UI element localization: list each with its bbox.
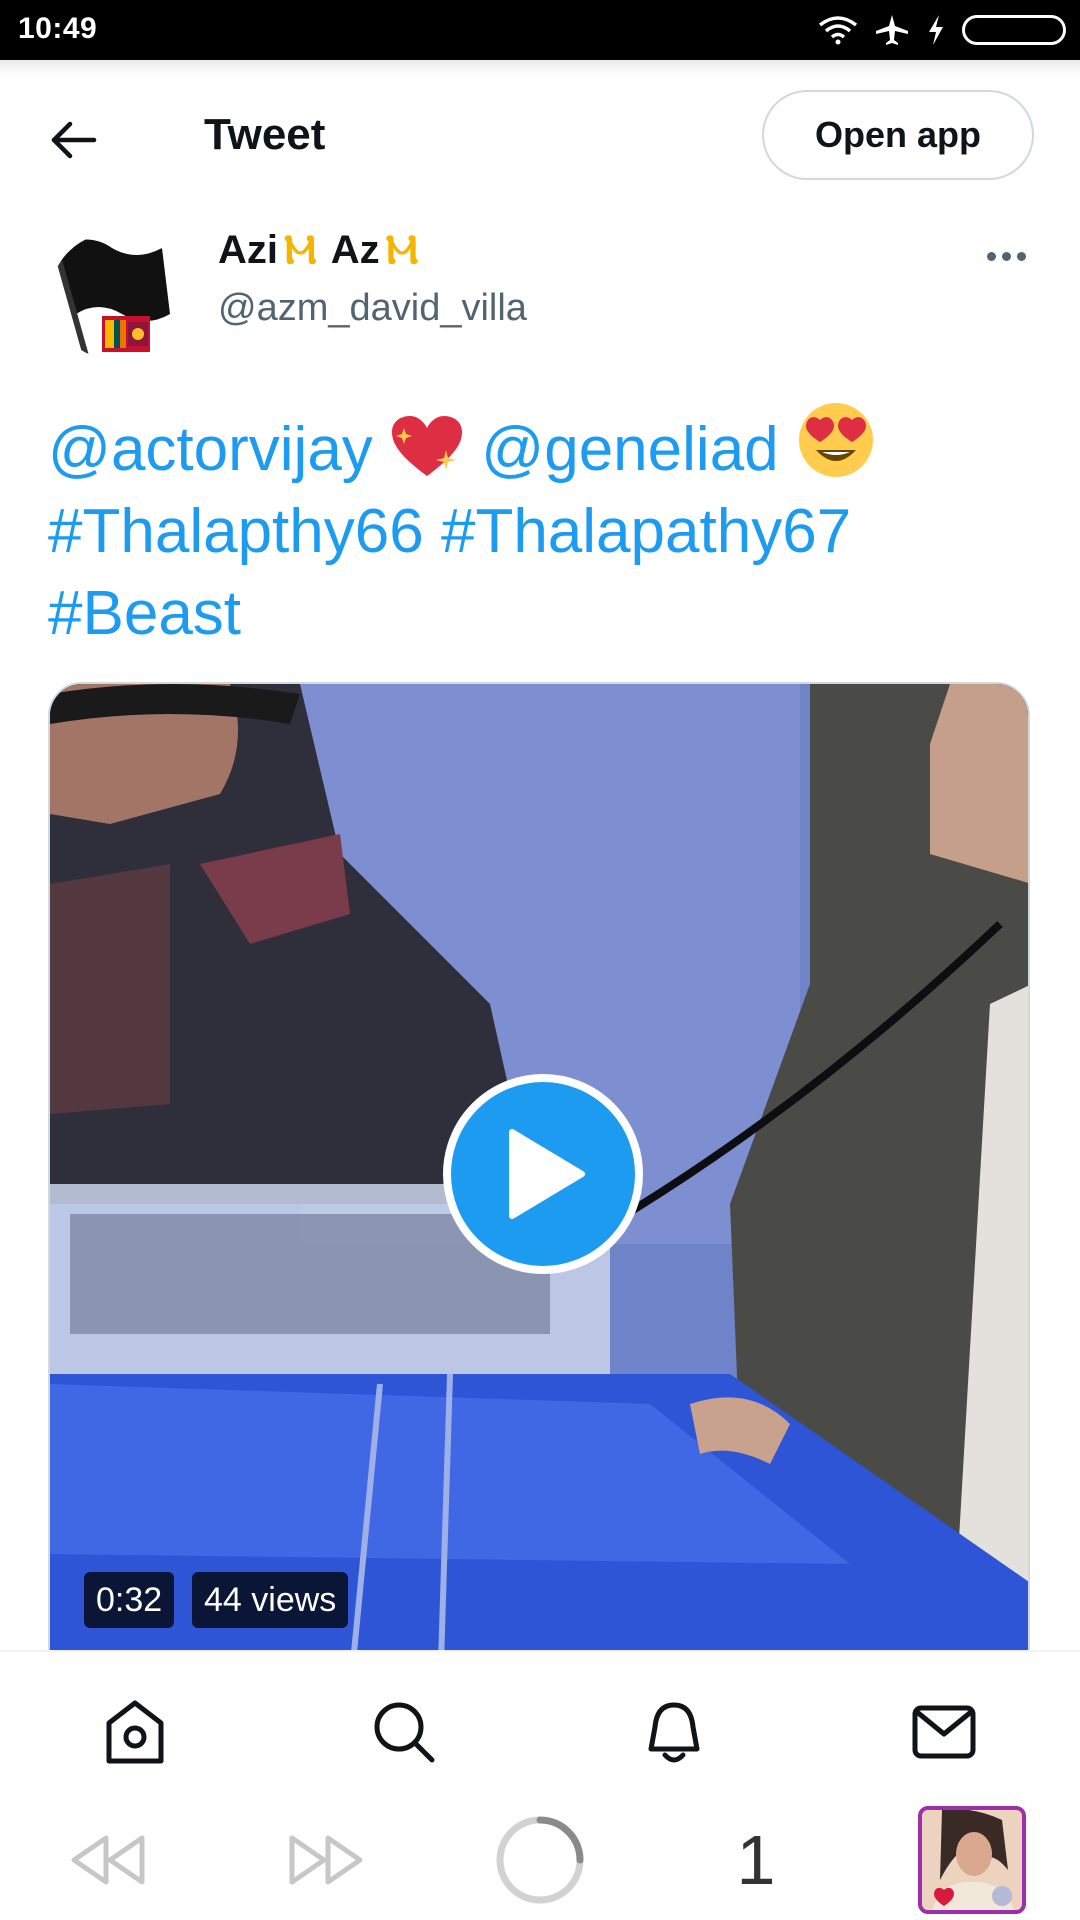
fast-forward-icon	[289, 1835, 363, 1885]
author-name-part1: Azi	[218, 228, 278, 272]
fast-forward-button[interactable]	[284, 1828, 368, 1892]
nav-messages-button[interactable]	[906, 1694, 982, 1770]
arrow-left-icon	[51, 121, 97, 159]
tweet-text: @actorvijay @geneliad #Thalapthy66 #Thal…	[48, 400, 1048, 655]
video-duration-badge: 0:32	[84, 1572, 175, 1628]
more-dot	[1001, 251, 1011, 261]
notifications-icon	[648, 1702, 700, 1763]
video-player[interactable]: 0:32 44 views	[48, 682, 1030, 1692]
mention-link[interactable]: @geneliad	[481, 415, 778, 484]
tab-preview-image	[922, 1810, 1022, 1910]
sparkling-heart-icon	[392, 416, 463, 476]
status-icons	[818, 12, 1066, 48]
tab-preview-thumbnail[interactable]	[918, 1806, 1026, 1914]
charging-icon	[929, 15, 943, 45]
loading-spinner-icon	[496, 1816, 584, 1904]
play-icon	[509, 1129, 585, 1219]
more-dot	[986, 251, 996, 261]
hashtag-link[interactable]: #Thalapthy66	[48, 497, 424, 566]
messages-icon	[912, 1705, 976, 1759]
author-handle[interactable]: @azm_david_villa	[218, 287, 527, 330]
page-title: Tweet	[204, 110, 326, 159]
more-dot	[1016, 251, 1026, 261]
status-time: 10:49	[18, 12, 98, 45]
avatar[interactable]	[50, 232, 184, 360]
back-button[interactable]	[46, 112, 102, 168]
search-icon	[374, 1702, 435, 1763]
play-button[interactable]	[443, 1074, 643, 1274]
video-views-badge: 44 views	[192, 1572, 349, 1628]
wifi-icon	[818, 16, 858, 45]
more-options-button[interactable]	[976, 236, 1036, 276]
name-emoji-2: Ⲙ	[385, 228, 419, 272]
rewind-button[interactable]	[66, 1828, 150, 1892]
open-app-button[interactable]: Open app	[762, 90, 1034, 180]
hashtag-link[interactable]: #Thalapathy67	[441, 497, 851, 566]
heart-eyes-emoji-icon	[798, 403, 873, 477]
mention-link[interactable]: @actorvijay	[48, 415, 373, 484]
header-shadow	[0, 60, 1080, 76]
tab-count[interactable]: 1	[726, 1820, 786, 1900]
airplane-icon	[876, 15, 908, 45]
nav-notifications-button[interactable]	[636, 1694, 712, 1770]
nav-search-button[interactable]	[366, 1694, 442, 1770]
home-icon	[106, 1700, 164, 1764]
status-bar: 10:49	[0, 0, 1080, 60]
battery-icon	[962, 15, 1066, 45]
bottom-navigation	[0, 1650, 1080, 1800]
nav-home-button[interactable]	[97, 1694, 173, 1770]
hashtag-link[interactable]: #Beast	[48, 579, 241, 648]
loading-spinner	[494, 1814, 586, 1906]
black-flag-icon	[50, 232, 184, 360]
author-display-name[interactable]: Azi Ⲙ Az Ⲙ	[218, 228, 418, 273]
author-name-part2: Az	[330, 228, 380, 272]
name-emoji-1: Ⲙ	[284, 228, 317, 272]
top-app-bar: Tweet Open app	[0, 60, 1080, 210]
rewind-icon	[71, 1835, 145, 1885]
